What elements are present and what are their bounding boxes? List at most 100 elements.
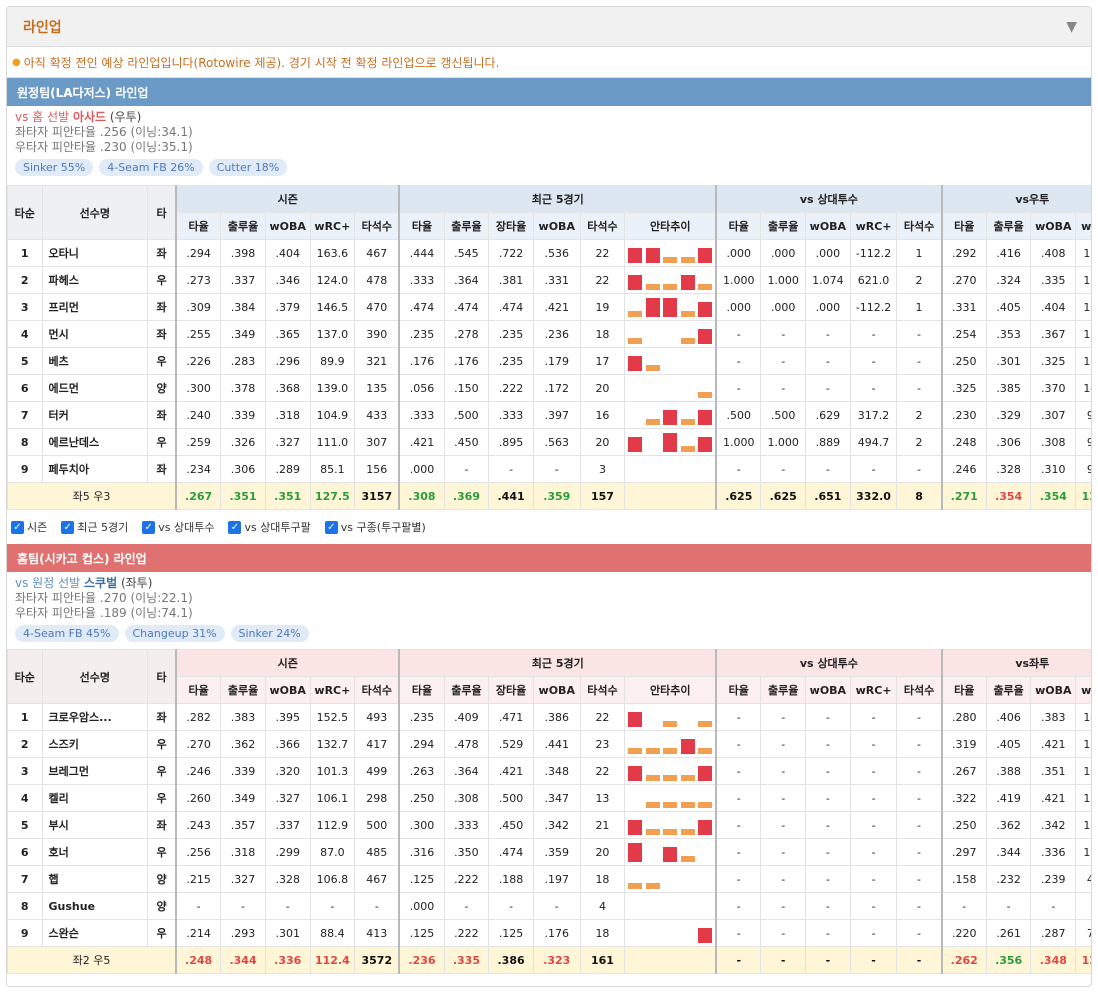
table-row[interactable]: 4 먼시 좌 .255.349.365 137.0 390.235.278.235.236… [7, 320, 1091, 348]
table-row[interactable]: 3 브레그먼 우 .246.339.320 101.3 499.263.364.421.3… [7, 757, 1091, 785]
table-row[interactable]: 4 켈리 우 .260.349.327 106.1 298.250.308.500.347… [7, 784, 1091, 812]
col-vs-hand-0[interactable]: 타율 [940, 676, 987, 704]
col-bat[interactable]: 타 [147, 185, 177, 240]
col-vs-hand-1[interactable]: 출루율 [985, 676, 1032, 704]
filter-option[interactable]: ✓ 시즌 [11, 519, 47, 535]
col-recent-0[interactable]: 타율 [398, 676, 445, 704]
player-name[interactable]: Gushue [41, 892, 149, 920]
pitch-pill[interactable]: Changeup 31% [124, 625, 225, 642]
player-name[interactable]: 부시 [41, 811, 149, 839]
player-name[interactable]: 에르난데스 [41, 428, 149, 456]
col-vs-hand-1[interactable]: 출루율 [985, 212, 1032, 240]
pitch-pill[interactable]: Sinker 24% [230, 625, 309, 642]
col-season-2[interactable]: wOBA [264, 212, 311, 240]
table-row[interactable]: 8Gushue양-----.000---4--------- [7, 892, 1091, 920]
col-season-2[interactable]: wOBA [264, 676, 311, 704]
player-name[interactable]: 베츠 [41, 347, 149, 375]
col-recent-5[interactable]: 안타추이 [624, 676, 717, 704]
col-vs-pitcher-4[interactable]: 타석수 [896, 212, 943, 240]
col-recent-4[interactable]: 타석수 [579, 212, 626, 240]
filter-option[interactable]: ✓ vs 상대투구팔 [228, 519, 311, 535]
col-vs-pitcher-3[interactable]: wRC+ [849, 212, 898, 240]
col-season-0[interactable]: 타율 [175, 676, 222, 704]
pitch-pill[interactable]: Sinker 55% [15, 159, 94, 176]
col-recent-5[interactable]: 안타추이 [624, 212, 717, 240]
col-vs-pitcher-2[interactable]: wOBA [805, 676, 851, 704]
filter-option[interactable]: ✓ vs 상대투수 [142, 519, 214, 535]
col-recent-3[interactable]: wOBA [532, 676, 581, 704]
col-vs-hand-2[interactable]: wOBA [1030, 676, 1077, 704]
checkbox-checked-icon[interactable]: ✓ [228, 520, 242, 534]
table-row[interactable]: 1 크로우암스... 좌 .282.383.395 152.5 493.235.409.4… [7, 703, 1091, 731]
col-recent-3[interactable]: wOBA [532, 212, 581, 240]
checkbox-checked-icon[interactable]: ✓ [142, 520, 156, 534]
table-row[interactable]: 8 에르난데스 우 .259.326.327 111.0 307.421.450.895.… [7, 428, 1091, 456]
table-row[interactable]: 2 스즈키 우 .270.362.366 132.7 417.294.478.529.44… [7, 730, 1091, 758]
player-name[interactable]: 페두치아 [41, 455, 149, 483]
col-season-1[interactable]: 출루율 [220, 676, 266, 704]
col-recent-4[interactable]: 타석수 [579, 676, 626, 704]
table-row[interactable]: 3 프리먼 좌 .309.384.379 146.5 470.474.474.474.42… [7, 293, 1091, 321]
col-vs-pitcher-1[interactable]: 출루율 [760, 676, 807, 704]
table-row[interactable]: 6 호너 우 .256.318.299 87.0 485.316.350.474.359 2… [7, 838, 1091, 866]
col-name[interactable]: 선수명 [41, 185, 149, 240]
lineup-header[interactable]: 라인업 ▼ [7, 7, 1091, 47]
player-name[interactable]: 에드먼 [41, 374, 149, 402]
pitch-pill[interactable]: 4-Seam FB 45% [15, 625, 119, 642]
player-name[interactable]: 스완슨 [41, 919, 149, 947]
table-row[interactable]: 9 페두치아 좌 .234.306.289 85.1 156.000- - -3- - - - - .2… [7, 455, 1091, 483]
filter-option[interactable]: ✓ vs 구종(투구팔별) [324, 519, 426, 535]
col-order[interactable]: 타순 [7, 185, 43, 240]
col-bat[interactable]: 타 [147, 649, 177, 704]
checkbox-checked-icon[interactable]: ✓ [324, 520, 338, 534]
col-vs-hand-3[interactable]: wRC+ [1075, 212, 1091, 240]
col-season-1[interactable]: 출루율 [220, 212, 266, 240]
player-name[interactable]: 켈리 [41, 784, 149, 812]
player-name[interactable]: 햅 [41, 865, 149, 893]
col-season-3[interactable]: wRC+ [309, 676, 356, 704]
player-name[interactable]: 터커 [41, 401, 149, 429]
col-vs-pitcher-4[interactable]: 타석수 [896, 676, 943, 704]
col-season-3[interactable]: wRC+ [309, 212, 356, 240]
player-name[interactable]: 파헤스 [41, 266, 149, 294]
col-vs-hand-3[interactable]: wRC+ [1075, 676, 1091, 704]
col-name[interactable]: 선수명 [41, 649, 149, 704]
checkbox-checked-icon[interactable]: ✓ [11, 520, 24, 534]
player-name[interactable]: 스즈키 [41, 730, 149, 758]
col-vs-pitcher-3[interactable]: wRC+ [849, 676, 898, 704]
col-vs-pitcher-1[interactable]: 출루율 [760, 212, 807, 240]
col-recent-1[interactable]: 출루율 [443, 212, 490, 240]
col-vs-pitcher-0[interactable]: 타율 [715, 676, 762, 704]
lineup-table-scroll[interactable]: 타순 선수명 타 시즌 최근 5경기 vs 상대투수 vs좌투 타율 출루율 wOBA wRC+ 타석… [7, 649, 1091, 974]
table-row[interactable]: 9 스완슨 우 .214.293.301 88.4 413.125.222.125.176… [7, 919, 1091, 947]
table-row[interactable]: 7 터커 좌 .240.339.318 104.9 433.333.500.333.397… [7, 401, 1091, 429]
table-row[interactable]: 2 파헤스 우 .273.337.346 124.0 478.333.364.381.33… [7, 266, 1091, 294]
col-season-4[interactable]: 타석수 [354, 212, 400, 240]
player-name[interactable]: 프리먼 [41, 293, 149, 321]
table-row[interactable]: 1 오타니 좌 .294.398.404 163.6 467.444.545.722.53… [7, 239, 1091, 267]
pitcher-name[interactable]: 아사드 [73, 110, 106, 124]
col-recent-2[interactable]: 장타율 [488, 676, 534, 704]
table-row[interactable]: 6 에드먼 양 .300.378.368 139.0 135.056.150.222.17… [7, 374, 1091, 402]
player-name[interactable]: 브레그먼 [41, 757, 149, 785]
col-season-0[interactable]: 타율 [175, 212, 222, 240]
col-recent-1[interactable]: 출루율 [443, 676, 490, 704]
col-recent-0[interactable]: 타율 [398, 212, 445, 240]
col-order[interactable]: 타순 [7, 649, 43, 704]
col-vs-hand-2[interactable]: wOBA [1030, 212, 1077, 240]
col-vs-hand-0[interactable]: 타율 [940, 212, 987, 240]
col-season-4[interactable]: 타석수 [354, 676, 400, 704]
col-vs-pitcher-0[interactable]: 타율 [715, 212, 762, 240]
filter-option[interactable]: ✓ 최근 5경기 [61, 519, 128, 535]
pitch-pill[interactable]: 4-Seam FB 26% [99, 159, 203, 176]
col-vs-pitcher-2[interactable]: wOBA [805, 212, 851, 240]
player-name[interactable]: 크로우암스... [41, 703, 149, 731]
table-row[interactable]: 5 부시 좌 .243.357.337 112.9 500.300.333.450.342… [7, 811, 1091, 839]
col-recent-2[interactable]: 장타율 [488, 212, 534, 240]
player-name[interactable]: 오타니 [41, 239, 149, 267]
table-row[interactable]: 7 햅 양 .215.327.328 106.8 467.125.222.188.197 1… [7, 865, 1091, 893]
player-name[interactable]: 호너 [41, 838, 149, 866]
table-row[interactable]: 5 베츠 우 .226.283.296 89.9 321.176.176.235.179 1… [7, 347, 1091, 375]
collapse-triangle-icon[interactable]: ▼ [1066, 19, 1077, 35]
pitcher-name[interactable]: 스쿠벌 [84, 576, 117, 590]
